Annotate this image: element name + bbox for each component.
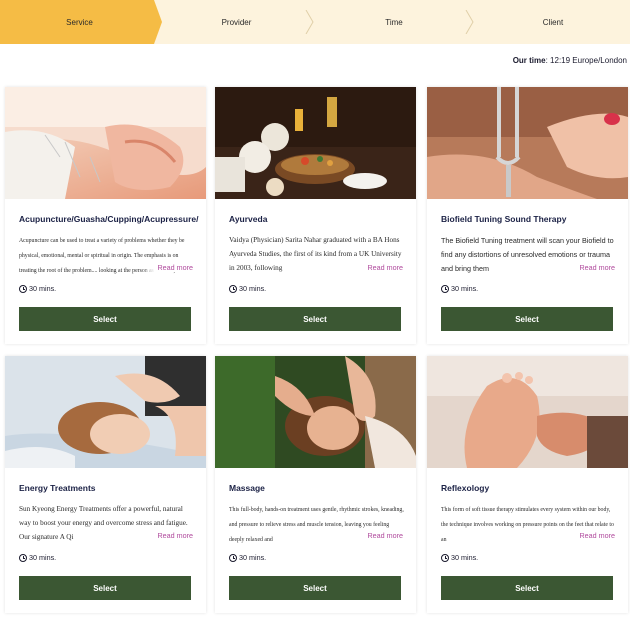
service-card-massage: Massage This full-body, hands-on treatme… — [215, 356, 416, 613]
clock-icon — [229, 553, 237, 562]
service-card-biofield: Biofield Tuning Sound Therapy The Biofie… — [427, 87, 628, 344]
select-button[interactable]: Select — [441, 307, 613, 331]
duration-text: 30 mins. — [451, 284, 479, 293]
service-duration: 30 mins. — [19, 553, 56, 562]
service-duration: 30 mins. — [229, 553, 266, 562]
duration-text: 30 mins. — [29, 553, 57, 562]
service-title: Biofield Tuning Sound Therapy — [441, 214, 567, 224]
service-description: This form of soft tissue therapy stimula… — [441, 507, 614, 543]
service-duration: 30 mins. — [441, 284, 478, 293]
timezone-value: : 12:19 Europe/London — [545, 56, 627, 65]
service-description: This full-body, hands-on treatment uses … — [229, 507, 404, 543]
acupuncture-photo — [5, 87, 206, 199]
duration-text: 30 mins. — [451, 553, 479, 562]
service-card-ayurveda: Ayurveda Vaidya (Physician) Sarita Nahar… — [215, 87, 416, 344]
service-title: Ayurveda — [229, 214, 268, 224]
ayurveda-photo — [215, 87, 416, 199]
step-client[interactable]: Client — [476, 0, 630, 44]
select-button[interactable]: Select — [229, 576, 401, 600]
service-card-energy: Energy Treatments Sun Kyeong Energy Trea… — [5, 356, 206, 613]
select-button[interactable]: Select — [19, 307, 191, 331]
read-more-link[interactable]: Read more — [141, 531, 193, 540]
duration-text: 30 mins. — [239, 284, 267, 293]
read-more-link[interactable]: Read more — [351, 263, 403, 272]
read-more-link[interactable]: Read more — [563, 263, 615, 272]
duration-text: 30 mins. — [239, 553, 267, 562]
service-title: Acupuncture/Guasha/Cupping/Acupressure/ — [19, 214, 199, 224]
select-button[interactable]: Select — [19, 576, 191, 600]
clock-icon — [19, 553, 27, 562]
chevron-right-icon — [465, 10, 475, 34]
clock-icon — [441, 553, 449, 562]
booking-stepper: Service Provider Time Client — [0, 0, 630, 44]
step-time[interactable]: Time — [314, 0, 474, 44]
clock-icon — [229, 284, 237, 293]
select-button[interactable]: Select — [229, 307, 401, 331]
reflexology-photo — [427, 356, 628, 468]
service-card-acupuncture: Acupuncture/Guasha/Cupping/Acupressure/ … — [5, 87, 206, 344]
step-provider[interactable]: Provider — [163, 0, 310, 44]
step-client-label: Client — [542, 17, 564, 27]
service-title: Massage — [229, 483, 265, 493]
service-card-reflexology: Reflexology This form of soft tissue the… — [427, 356, 628, 613]
step-service[interactable]: Service — [0, 0, 162, 44]
timezone-label: Our time — [512, 56, 546, 65]
select-button[interactable]: Select — [441, 576, 613, 600]
service-duration: 30 mins. — [441, 553, 478, 562]
read-more-link[interactable]: Read more — [141, 263, 193, 272]
step-service-label: Service — [66, 17, 93, 27]
tuning-fork-photo — [427, 87, 628, 199]
service-title: Reflexology — [441, 483, 490, 493]
service-duration: 30 mins. — [19, 284, 56, 293]
service-duration: 30 mins. — [229, 284, 266, 293]
step-time-label: Time — [385, 17, 403, 27]
read-more-link[interactable]: Read more — [563, 531, 615, 540]
service-title: Energy Treatments — [19, 483, 96, 493]
massage-photo — [215, 356, 416, 468]
service-description: Acupuncture can be used to treat a varie… — [19, 238, 185, 274]
clock-icon — [441, 284, 449, 293]
duration-text: 30 mins. — [29, 284, 57, 293]
clock-icon — [19, 284, 27, 293]
energy-treatment-photo — [5, 356, 206, 468]
read-more-link[interactable]: Read more — [351, 531, 403, 540]
step-provider-label: Provider — [221, 17, 252, 27]
timezone-display: Our time: 12:19 Europe/London — [513, 56, 627, 65]
